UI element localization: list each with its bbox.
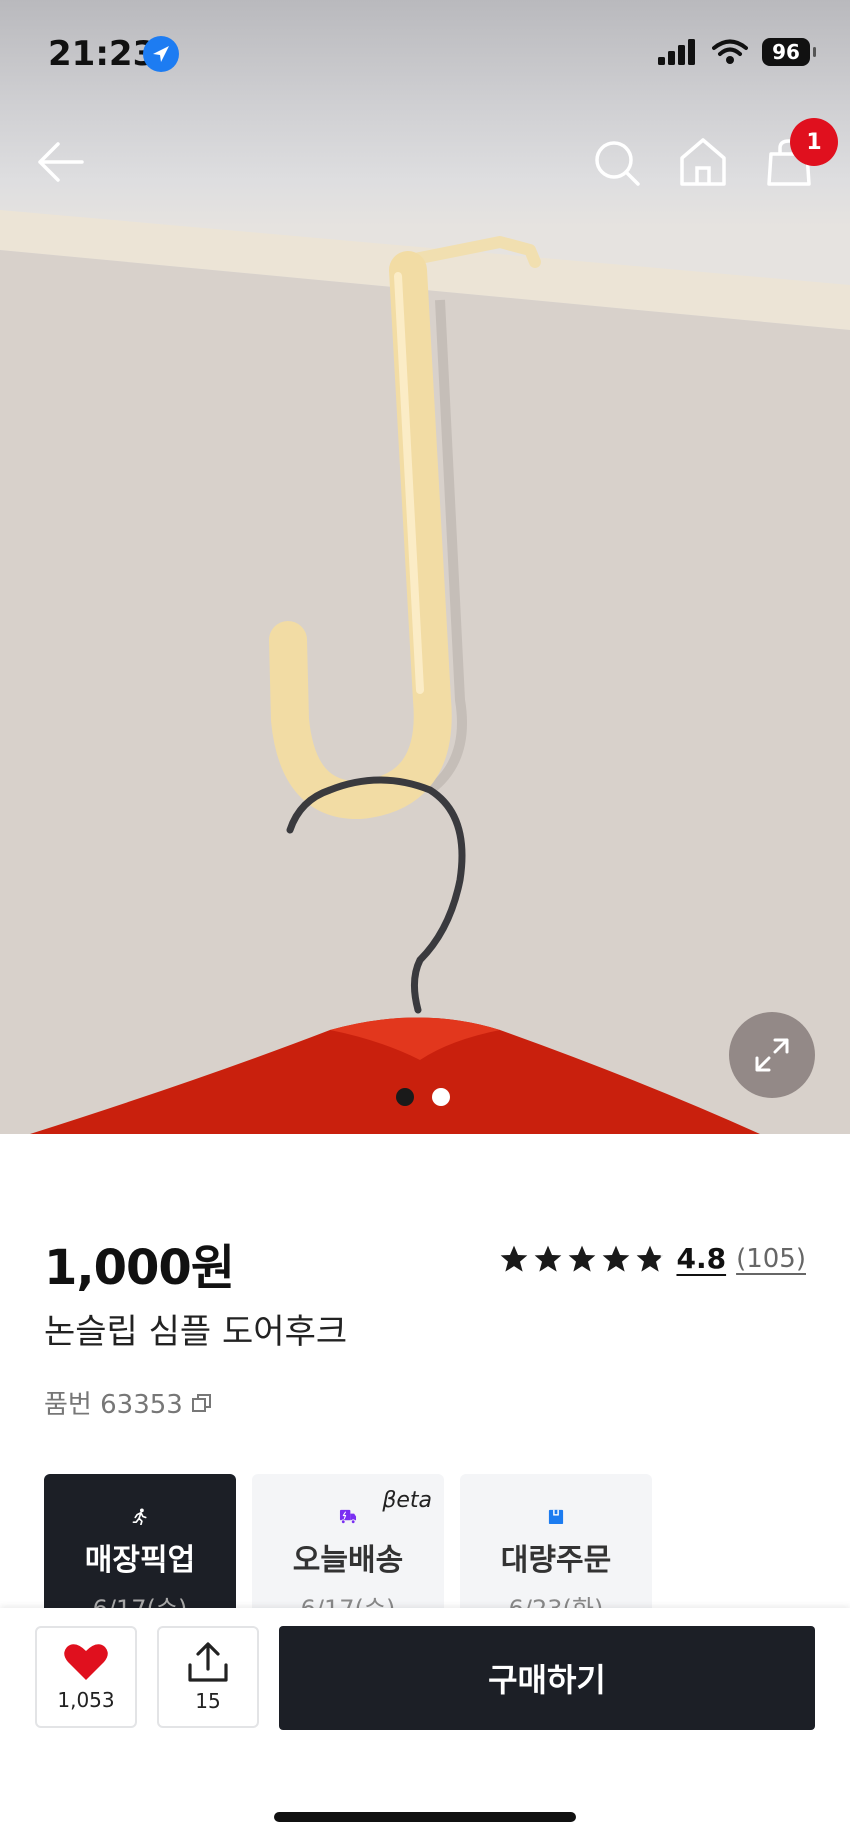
beta-badge: βeta [382,1488,432,1513]
star-icon [569,1245,596,1272]
same-day-delivery-label: 오늘배송 [292,1543,404,1578]
like-count: 1,053 [57,1688,115,1712]
store-pickup-label: 매장픽업 [84,1543,196,1578]
star-icon [603,1245,630,1272]
search-button[interactable] [592,138,642,192]
buy-button[interactable]: 구매하기 [279,1626,815,1730]
home-button[interactable] [678,136,728,192]
copy-icon[interactable] [191,1392,213,1414]
bulk-order-label: 대량주문 [500,1543,612,1578]
product-price: 1,000원 [44,1240,235,1296]
battery-indicator: 96 [762,38,816,66]
star-half-icon [637,1245,664,1272]
rating-stars [498,1243,666,1275]
bottom-action-bar: 1,053 15 구매하기 [0,1608,850,1840]
cart-count-badge: 1 [790,118,838,166]
bulk-order-card[interactable]: 대량주문 6/23(화) [460,1474,652,1624]
like-button[interactable]: 1,053 [35,1626,137,1728]
share-count: 15 [195,1689,221,1713]
share-icon [188,1642,228,1682]
expand-image-button[interactable] [729,1012,815,1098]
home-icon [680,138,726,186]
expand-icon [755,1038,789,1072]
star-icon [501,1245,528,1272]
cellular-signal-icon [658,39,695,65]
store-pickup-card[interactable]: 매장픽업 6/17(수) [44,1474,236,1624]
gallery-dot[interactable] [396,1088,414,1106]
same-day-delivery-card[interactable]: βeta 오늘배송 6/17(수) [252,1474,444,1624]
star-icon [535,1245,562,1272]
rating-score: 4.8 [676,1242,727,1275]
status-bar: 21:23 96 [0,0,850,110]
heart-icon [64,1644,108,1680]
gallery-dot[interactable] [432,1088,450,1106]
product-name: 논슬립 심플 도어후크 [44,1312,348,1352]
back-button[interactable] [34,136,86,192]
sku-label: 품번 63353 [44,1390,183,1420]
wifi-icon [712,39,748,64]
gallery-pagination [396,1088,450,1106]
review-count[interactable]: (105) [736,1244,806,1274]
search-icon [595,141,640,186]
box-icon [548,1509,564,1525]
status-time: 21:23 [48,34,157,74]
delivery-options: 매장픽업 6/17(수) βeta 오늘배송 6/17(수) 대량주문 6/23… [44,1474,652,1624]
location-arrow-icon [143,36,179,72]
product-sku: 품번 63353 [44,1384,213,1421]
home-indicator[interactable] [274,1812,576,1822]
share-button[interactable]: 15 [157,1626,259,1728]
arrow-left-icon [38,142,84,182]
running-person-icon [132,1508,147,1525]
delivery-truck-icon [339,1509,357,1525]
rating-summary[interactable]: 4.8 (105) [498,1242,806,1275]
